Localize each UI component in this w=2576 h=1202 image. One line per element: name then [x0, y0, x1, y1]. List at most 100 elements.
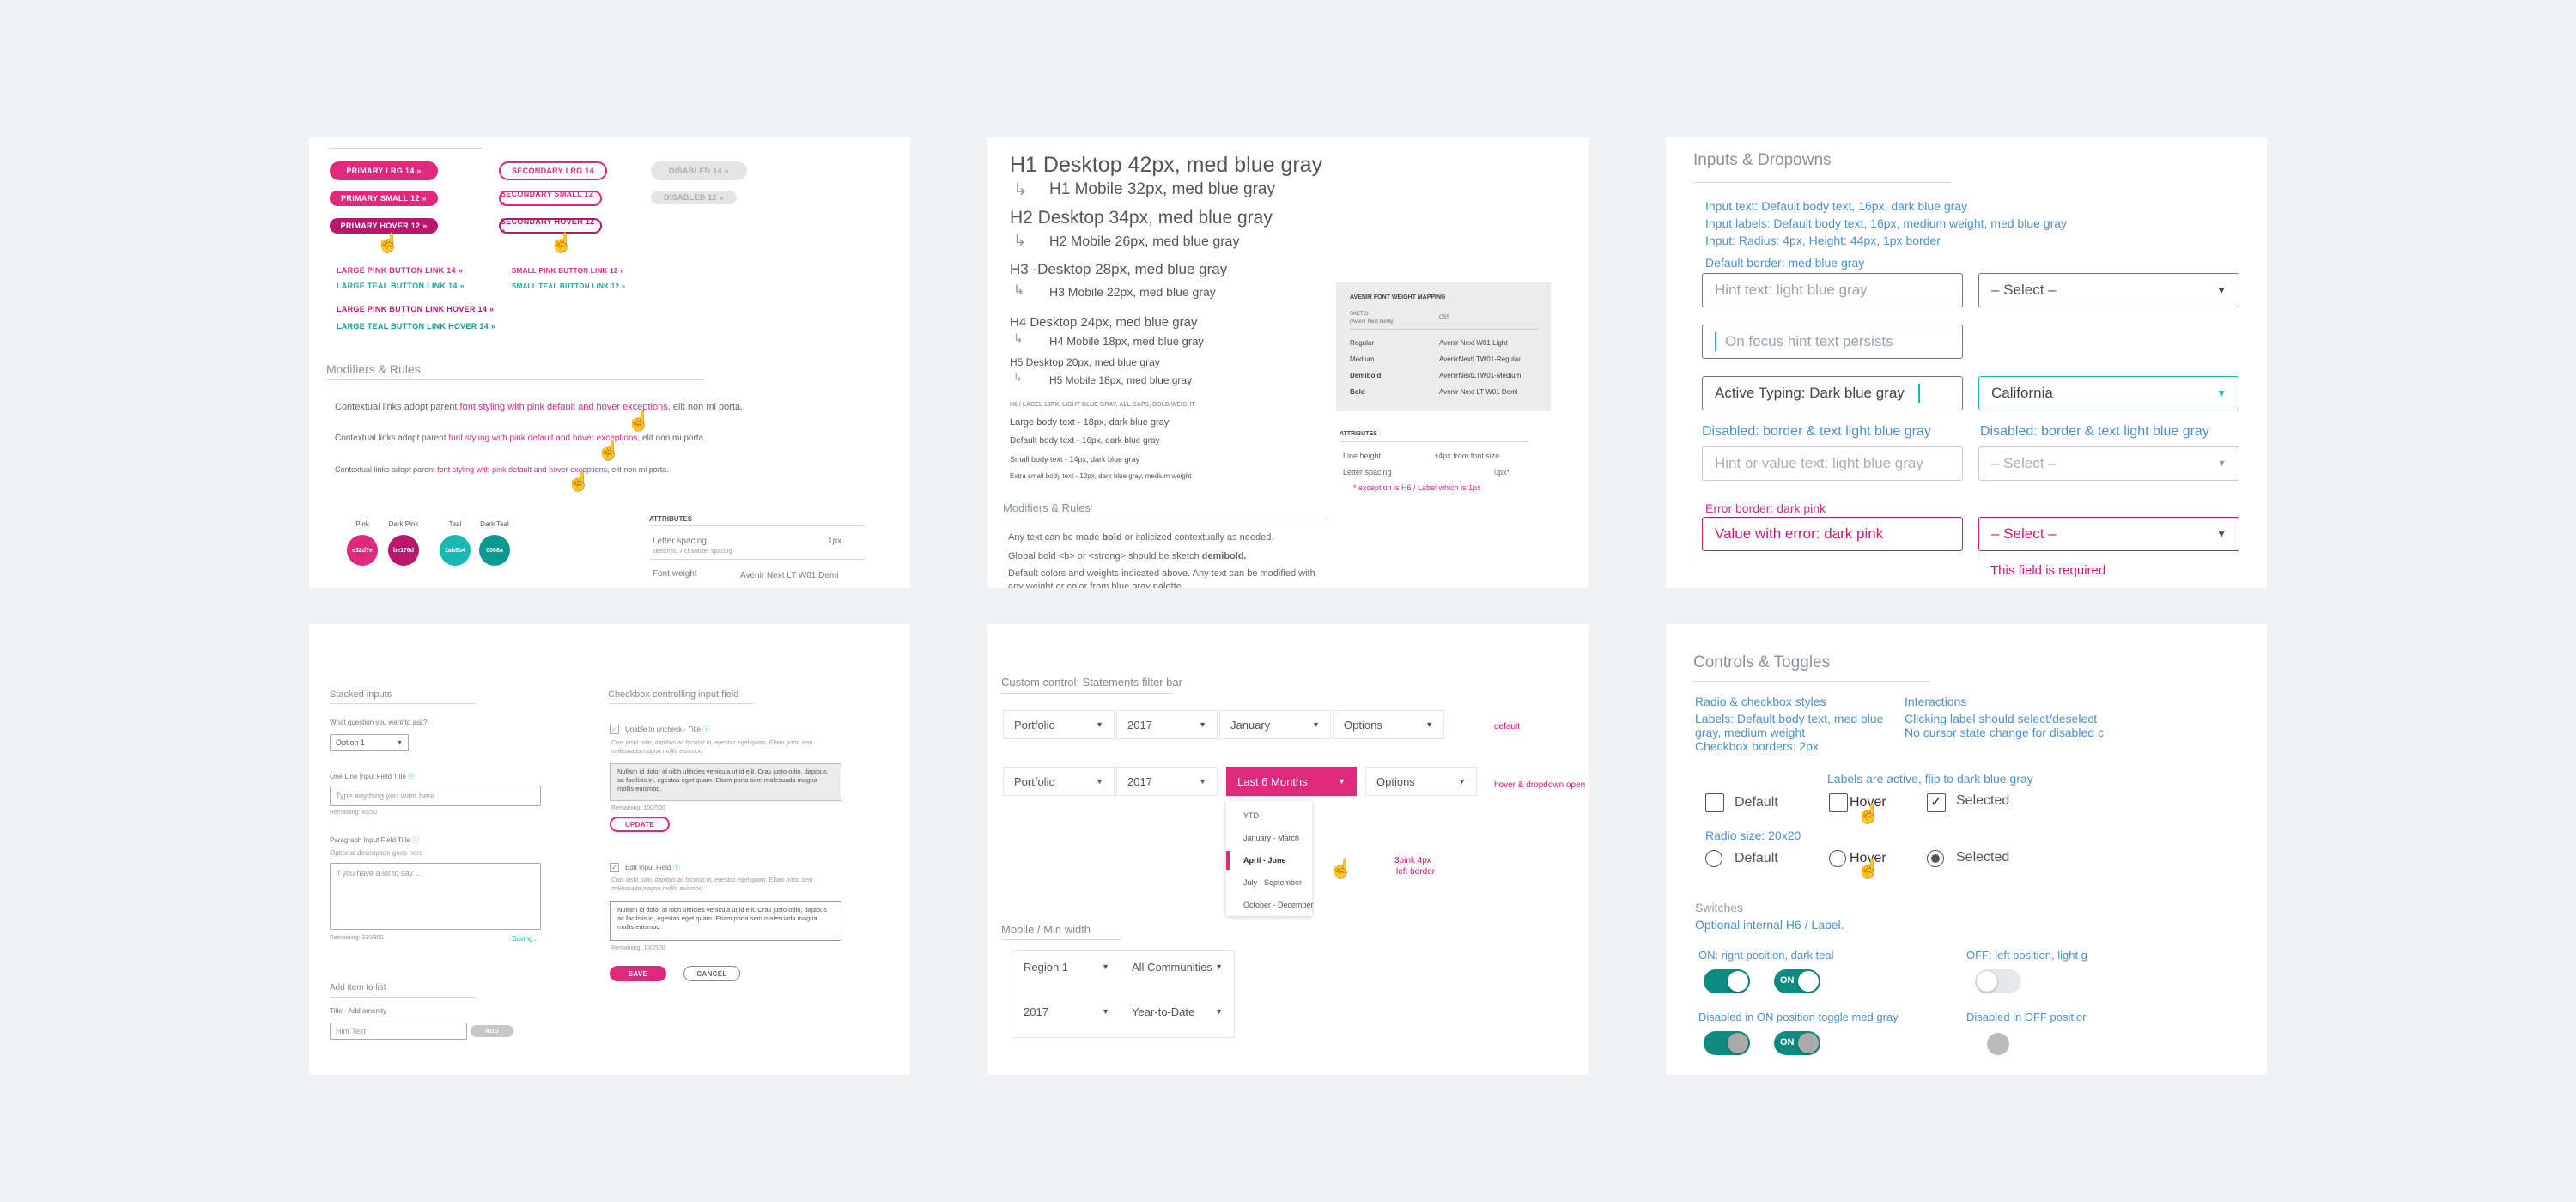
period-menu-item[interactable]: April - June — [1226, 851, 1312, 870]
ytd-filter[interactable]: Year-to-Date ▼ — [1121, 997, 1233, 1026]
radio-styles-title: Radio & checkbox styles — [1695, 695, 1826, 708]
radio-selected[interactable] — [1927, 850, 1944, 867]
option-select[interactable]: Option 1 ▼ — [330, 734, 409, 751]
portfolio-filter[interactable]: Portfolio ▼ — [1003, 767, 1115, 796]
caret-down-icon: ▼ — [1458, 777, 1466, 786]
checkbox-checked[interactable]: ✓ — [610, 863, 619, 872]
caret-down-icon: ▼ — [2216, 284, 2227, 296]
period-menu-item[interactable]: October - December — [1226, 895, 1314, 914]
toggle-on-labeled[interactable]: ON — [1774, 969, 1820, 993]
year-filter[interactable]: 2017 ▼ — [1116, 767, 1218, 796]
error-input[interactable]: Value with error: dark pink — [1702, 517, 1963, 551]
mod2-pre: Global bold <b> or <strong> should be sk… — [1008, 551, 1202, 562]
divider — [1001, 693, 1173, 694]
nest-arrow-icon: ↳ — [1013, 371, 1023, 384]
link-small-pink[interactable]: SMALL PINK BUTTON LINK 12 » — [512, 267, 624, 275]
info-icon[interactable]: ⓘ — [702, 725, 709, 733]
hand-cursor-icon: ☝ — [1329, 858, 1353, 879]
month-filter[interactable]: January ▼ — [1219, 710, 1331, 739]
secondary-lrg-button[interactable]: SECONDARY LRG 14 — [499, 161, 607, 180]
color-swatch: e32d7e — [347, 535, 378, 566]
editable-textarea[interactable]: Nullam id dolor id nibh ultricies vehicu… — [610, 902, 841, 941]
link-large-pink[interactable]: LARGE PINK BUTTON LINK 14 » — [337, 266, 463, 275]
info-icon[interactable]: ⓘ — [673, 864, 680, 871]
checkbox-selected[interactable]: ✓ — [1927, 793, 1946, 812]
checkbox-hover[interactable] — [1829, 793, 1848, 812]
interactions-2: No cursor state change for disabled c — [1905, 725, 2104, 739]
add-button[interactable]: ADD — [471, 1025, 513, 1037]
mapping-value: AvenirNextLTW01-Regular — [1439, 355, 1521, 363]
checkbox-default-label[interactable]: Default — [1735, 795, 1778, 810]
cancel-button[interactable]: CANCEL — [683, 966, 740, 981]
caret-down-icon: ▼ — [1096, 777, 1103, 786]
region-filter[interactable]: Region 1 ▼ — [1013, 952, 1120, 981]
year-filter[interactable]: 2017 ▼ — [1116, 710, 1218, 739]
update-button[interactable]: UPDATE — [610, 817, 670, 832]
active-typing-input[interactable]: Active Typing: Dark blue gray — [1702, 376, 1963, 410]
font-weight-value: Avenir Next LT W01 Demi — [740, 571, 839, 580]
stacked-inputs-title: Stacked inputs — [330, 689, 392, 700]
checkbox-control-title: Checkbox controlling input field — [608, 689, 739, 700]
select-dropdown[interactable]: – Select – ▼ — [1978, 273, 2239, 307]
caret-down-icon: ▼ — [1096, 720, 1103, 729]
divider — [330, 703, 476, 704]
hint-text-input[interactable]: Hint Text — [330, 1023, 467, 1040]
options-filter[interactable]: Options ▼ — [1365, 767, 1477, 796]
primary-lrg-button[interactable]: PRIMARY LRG 14 » — [330, 161, 438, 180]
radio-hover[interactable] — [1829, 850, 1846, 867]
link-small-teal[interactable]: SMALL TEAL BUTTON LINK 12 » — [512, 282, 626, 290]
toggle-off[interactable] — [1975, 969, 2021, 993]
checkbox-borders: Checkbox borders: 2px — [1695, 739, 1819, 753]
period-menu-item[interactable]: YTD — [1226, 806, 1312, 825]
primary-small-button[interactable]: PRIMARY SMALL 12 » — [330, 191, 438, 206]
modifier-line-1: Any text can be made bold or italicized … — [1008, 532, 1273, 543]
link-large-teal-hover[interactable]: LARGE TEAL BUTTON LINK HOVER 14 » — [337, 322, 495, 331]
radio-default[interactable] — [1705, 850, 1722, 867]
communities-filter[interactable]: All Communities ▼ — [1121, 952, 1233, 981]
hint-input[interactable]: Hint text: light blue gray — [1702, 273, 1963, 307]
radio-default-label[interactable]: Default — [1735, 851, 1778, 866]
checkbox-selected-label[interactable]: Selected — [1956, 793, 2009, 809]
controls-title: Controls & Toggles — [1693, 653, 1831, 671]
period-menu-item[interactable]: July - September — [1226, 873, 1312, 892]
mapping-value: Avenir Next LT W01 Demi — [1439, 388, 1518, 396]
disabled-14-button: DISABLED 14 » — [651, 161, 747, 180]
california-select[interactable]: California ▼ — [1978, 376, 2239, 410]
saving-status: Saving... — [512, 935, 539, 943]
secondary-small-button[interactable]: SECONDARY SMALL 12 » — [499, 190, 602, 207]
toggle-on[interactable] — [1704, 969, 1750, 993]
info-icon[interactable]: ⓘ — [412, 836, 419, 844]
inputs-card: Inputs & Dropowns Input text: Default bo… — [1666, 137, 2267, 588]
period-filter-open[interactable]: Last 6 Months ▼ — [1226, 767, 1357, 796]
month-value: January — [1230, 718, 1271, 732]
checkbox-default[interactable] — [1705, 793, 1724, 812]
radio-selected-label[interactable]: Selected — [1956, 850, 2009, 865]
paragraph-textarea[interactable]: If you have a lot to say ... — [330, 863, 541, 930]
focus-input[interactable]: On focus hint text persists — [1702, 325, 1963, 359]
save-button[interactable]: SAVE — [610, 966, 666, 981]
focus-hint: On focus hint text persists — [1725, 333, 1893, 349]
divider — [328, 148, 483, 149]
mapping-key: Bold — [1350, 388, 1365, 396]
one-line-input[interactable]: Type anything you want here — [330, 786, 541, 806]
controls-card: Controls & Toggles Radio & checkbox styl… — [1666, 624, 2267, 1075]
link-large-teal[interactable]: LARGE TEAL BUTTON LINK 14 » — [337, 282, 465, 290]
divider — [326, 379, 704, 380]
period-menu-item[interactable]: January - March — [1226, 829, 1312, 847]
letter-spacing-value: 1px — [828, 537, 842, 546]
remaining-count: Remaining: 45/50 — [330, 810, 377, 816]
buttons-card: PRIMARY LRG 14 » PRIMARY SMALL 12 » PRIM… — [309, 137, 910, 588]
portfolio-filter[interactable]: Portfolio ▼ — [1003, 710, 1115, 739]
hand-cursor-icon: ☝ — [567, 470, 591, 492]
california-value: California — [1991, 385, 2053, 401]
info-icon[interactable]: ⓘ — [408, 773, 415, 780]
divider — [1693, 681, 1930, 682]
ctx-post: elit non mi porta. — [670, 402, 744, 412]
typography-card: H1 Desktop 42px, med blue gray ↳ H1 Mobi… — [987, 137, 1589, 588]
options-filter[interactable]: Options ▼ — [1333, 710, 1444, 739]
lorem-description: Cras justo odio, dapibus ac facilisis in… — [611, 740, 813, 755]
divider — [1693, 182, 1951, 183]
error-select[interactable]: – Select – ▼ — [1978, 517, 2239, 551]
year-filter[interactable]: 2017 ▼ — [1013, 997, 1120, 1026]
link-large-pink-hover[interactable]: LARGE PINK BUTTON LINK HOVER 14 » — [337, 305, 494, 313]
